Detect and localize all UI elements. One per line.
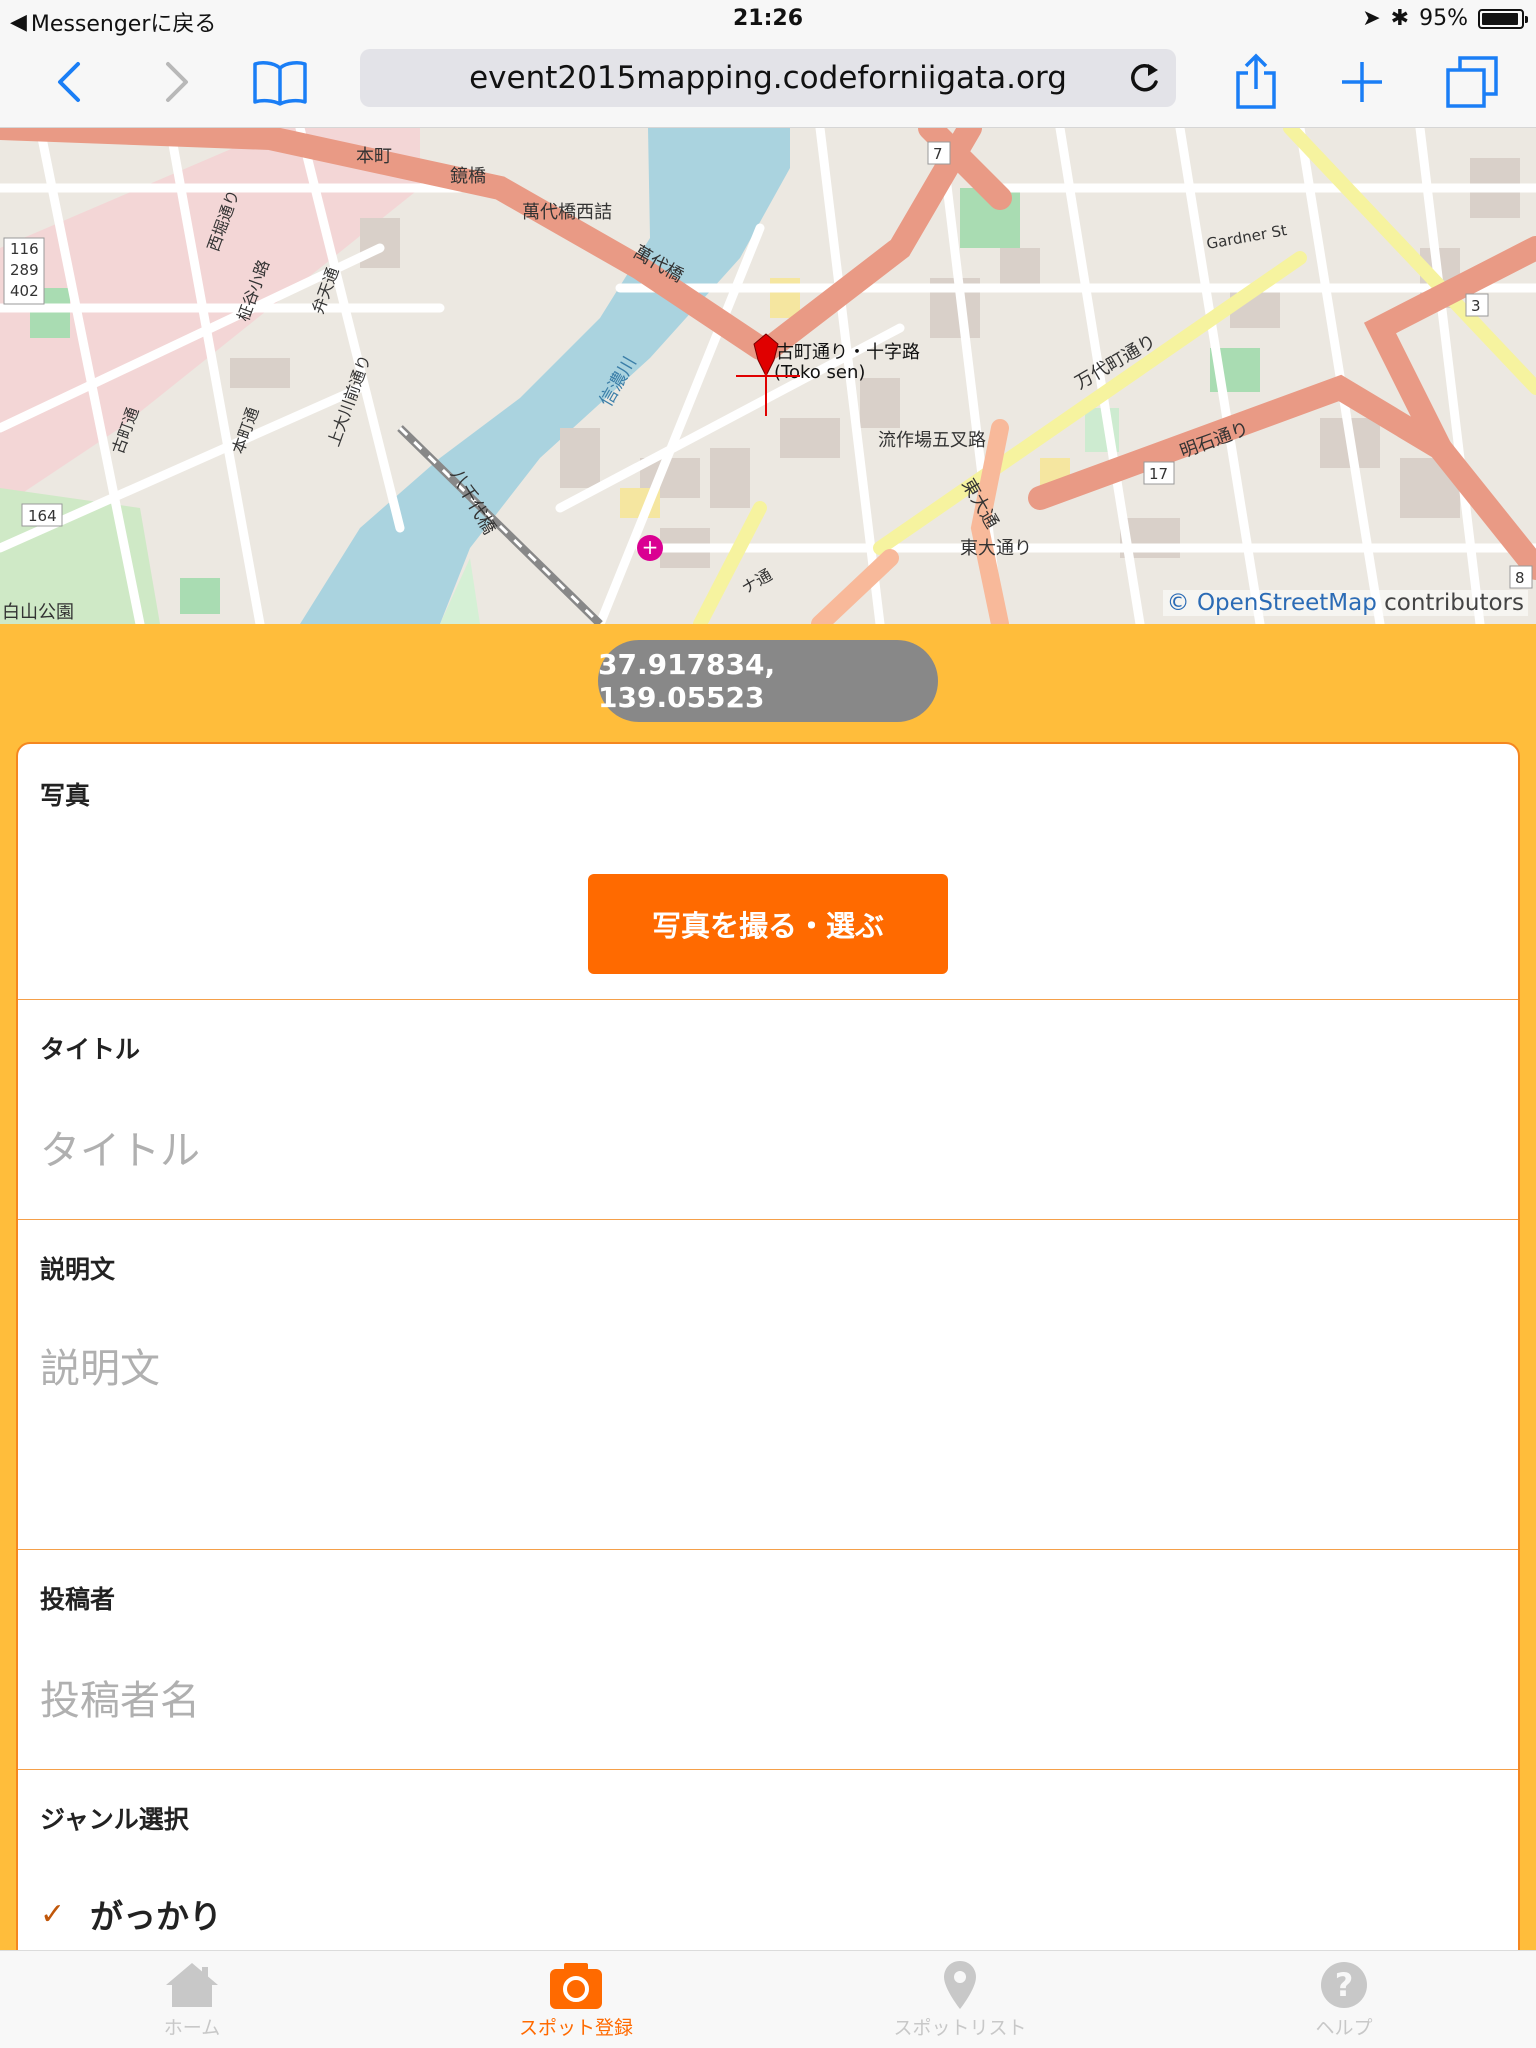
tab-spot-list[interactable]: スポットリスト [860,1959,1060,2048]
map-street-label: 萬代橋西詰 [522,202,612,223]
map-street-label: 八千代橋 [445,465,500,539]
share-button[interactable] [1224,50,1288,114]
genre-option-label: がっかり [90,1897,222,1936]
camera-icon [550,1963,602,2009]
status-bar: ◀ Messengerに戻る 21:26 ➤ ✱ 95% [0,0,1536,40]
title-section: タイトル タイトル [18,1000,1518,1220]
road-number: 8 [1515,569,1525,587]
map-street-label: 信濃川 [595,353,641,411]
attribution-text: contributors [1376,590,1524,616]
battery-percent: 95% [1419,6,1468,31]
browser-toolbar: event2015mapping.codeforniigata.org [0,40,1536,128]
map-street-label: 柾谷小路 [233,257,274,324]
tab-home-label: ホーム [163,2017,221,2039]
map-street-label: ナ通 [738,565,776,598]
map-street-label: 本町 [356,146,392,167]
address-bar[interactable]: event2015mapping.codeforniigata.org [360,49,1176,107]
road-number: 7 [933,145,943,163]
svg-text:?: ? [1335,1966,1354,2004]
copyright-icon: © [1166,590,1190,616]
map-street-label: 古町通 [108,404,143,457]
description-section: 説明文 説明文 [18,1220,1518,1550]
map-pin-icon [944,1961,976,2009]
map-street-label: 白山公園 [2,602,74,623]
poster-section: 投稿者 投稿者名 [18,1550,1518,1770]
genre-label: ジャンル選択 [40,1805,189,1834]
map-street-label: 萬代橋 [629,241,687,287]
battery-fill [1482,12,1519,25]
clock: 21:26 [732,6,804,31]
map-street-label: 西堀通り [203,187,244,254]
tab-spot-register-label: スポット登録 [518,2017,633,2039]
map-view[interactable]: + 本町 鏡橋 萬代橋西詰 萬代橋 信濃川 八千代橋 万代町通り 明石通り 流作… [0,128,1536,624]
take-photo-button[interactable]: 写真を撮る・選ぶ [588,874,948,974]
tab-bar: ホーム スポット登録 スポットリスト ? ヘルプ [0,1950,1536,2048]
checkmark-icon: ✓ [40,1896,66,1932]
photo-label: 写真 [40,781,91,810]
new-tab-button[interactable] [1330,50,1394,114]
tab-help-label: ヘルプ [1315,2017,1373,2039]
genre-option-selected[interactable]: ✓ がっかり [40,1890,222,1938]
chevron-right-icon [166,62,188,102]
location-arrow-icon: ➤ [1362,6,1381,31]
plus-icon [1342,62,1382,102]
map-street-label: 上大川前通り [324,352,375,449]
back-button[interactable] [38,50,102,114]
tabs-button[interactable] [1440,50,1504,114]
tab-spot-register[interactable]: スポット登録 [476,1959,676,2048]
map-street-label: 流作場五叉路 [878,430,986,451]
photo-section: 写真 写真を撮る・選ぶ [18,744,1518,1000]
road-number: 164 [28,507,57,525]
forward-button[interactable] [144,50,208,114]
help-icon: ? [1321,1962,1367,2008]
tab-spot-list-label: スポットリスト [893,2017,1027,2039]
chevron-left-icon [58,62,80,102]
tabs-icon [1446,56,1498,108]
tab-help[interactable]: ? ヘルプ [1244,1959,1444,2048]
battery-icon [1478,8,1528,29]
poster-name-input[interactable]: 投稿者名 [40,1668,200,1726]
road-number: 289 [10,261,39,279]
road-number: 116 [10,240,39,258]
bluetooth-icon: ✱ [1390,6,1410,31]
bookmarks-button[interactable] [248,50,312,114]
location-marker-icon[interactable] [734,328,804,418]
tab-home[interactable]: ホーム [92,1959,292,2048]
map-street-label: 東大通 [957,475,1003,533]
map-street-label: 明石通り [1177,418,1252,463]
map-street-label: 鏡橋 [450,166,486,187]
title-input[interactable]: タイトル [40,1118,200,1176]
poster-label: 投稿者 [40,1585,116,1614]
map-street-label: 弁天通 [308,264,343,317]
spot-form: 写真 写真を撮る・選ぶ タイトル タイトル 説明文 説明文 投稿者 投稿者名 ジ… [16,742,1520,1982]
coordinates-badge: 37.917834, 139.05523 [598,640,938,722]
road-number: 17 [1149,465,1169,483]
description-label: 説明文 [40,1255,116,1284]
url-text: event2015mapping.codeforniigata.org [469,60,1067,96]
book-icon [253,61,307,106]
road-number: 402 [10,282,39,300]
title-label: タイトル [40,1035,141,1064]
home-icon [166,1963,218,2007]
map-street-label: 本町通 [228,404,263,457]
road-number: 3 [1471,297,1481,315]
osm-link[interactable]: OpenStreetMap [1197,590,1377,616]
share-icon [1236,53,1276,109]
map-street-label: 東大通り [960,538,1032,559]
map-attribution: © OpenStreetMap contributors [1162,590,1528,616]
description-textarea[interactable]: 説明文 [40,1336,160,1394]
map-street-label: 万代町通り [1071,330,1160,394]
reload-icon[interactable] [1124,58,1164,98]
map-street-label: Gardner St [1205,221,1289,253]
